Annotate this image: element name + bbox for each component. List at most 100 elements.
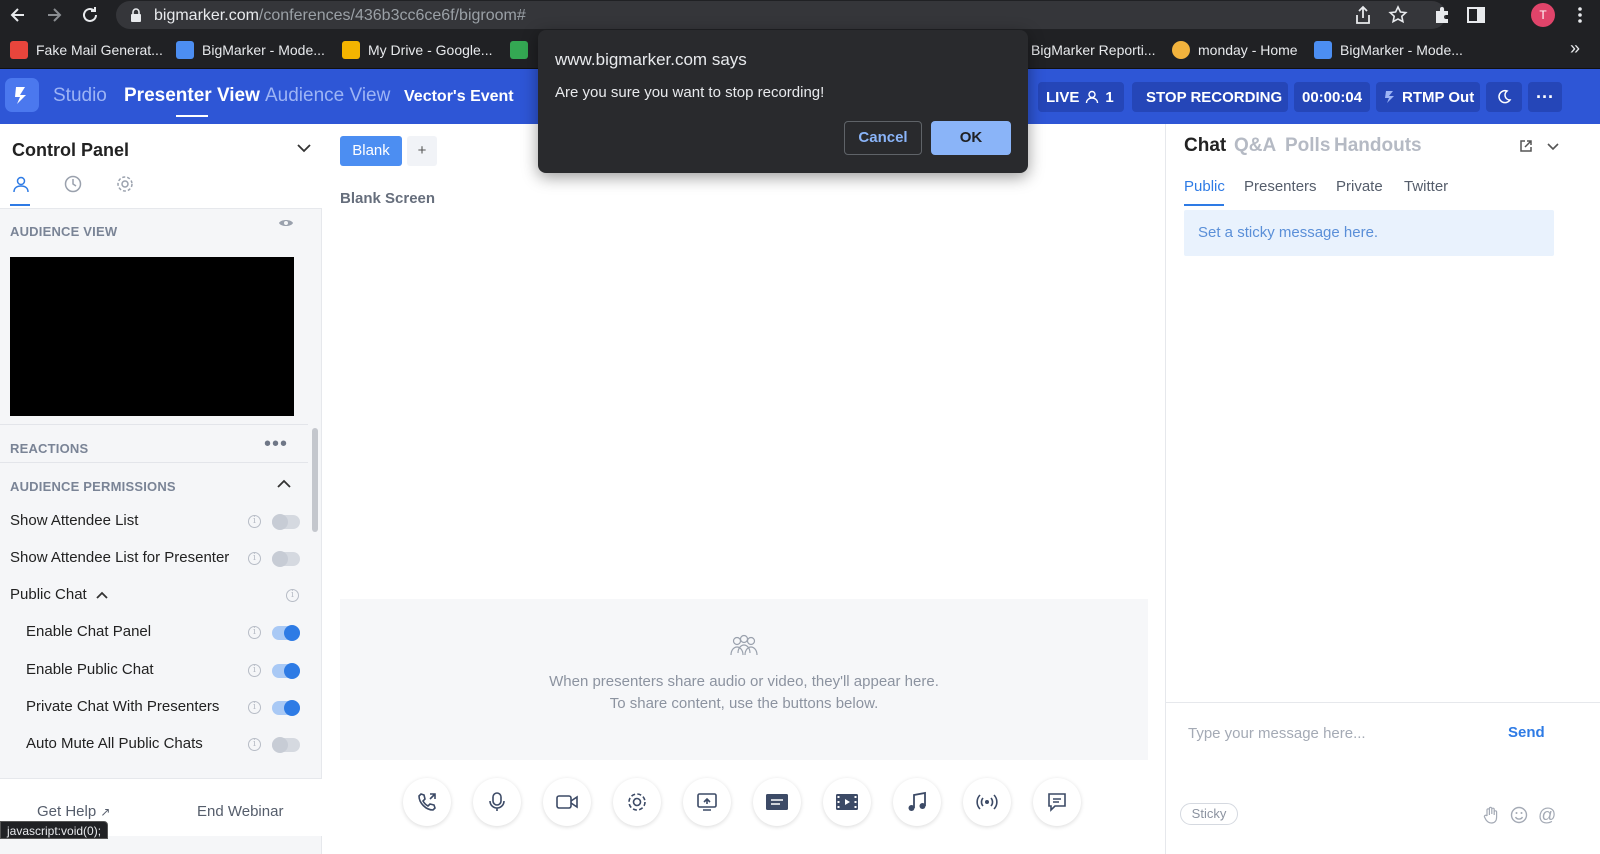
microphone-button[interactable] xyxy=(473,778,521,826)
mention-icon[interactable]: @ xyxy=(1538,805,1556,826)
raise-hand-icon[interactable] xyxy=(1482,806,1500,824)
eye-icon[interactable] xyxy=(278,217,294,229)
subtab-twitter[interactable]: Twitter xyxy=(1404,178,1448,195)
rtmp-label: RTMP Out xyxy=(1402,88,1475,106)
nav-audience-view[interactable]: Audience View xyxy=(265,85,390,107)
dialog-ok-button[interactable]: OK xyxy=(931,121,1011,155)
profile-avatar[interactable]: T xyxy=(1531,3,1555,27)
show-attendee-list-presenter-toggle[interactable] xyxy=(272,551,300,567)
send-button[interactable]: Send xyxy=(1508,724,1545,741)
private-chat-presenters-toggle[interactable] xyxy=(272,700,300,716)
tab-history-icon[interactable] xyxy=(64,175,82,193)
chat-message-input[interactable] xyxy=(1188,720,1488,746)
info-icon[interactable]: i xyxy=(248,738,261,751)
media-controls-bar xyxy=(323,774,1165,854)
info-icon[interactable]: i xyxy=(248,626,261,639)
permission-row: Enable Public Chat i xyxy=(0,659,308,683)
tab-people-icon[interactable] xyxy=(12,175,30,193)
auto-mute-public-chats-toggle[interactable] xyxy=(272,737,300,753)
chevron-down-icon[interactable] xyxy=(296,140,312,156)
nav-studio[interactable]: Studio xyxy=(53,85,107,107)
chevron-up-icon[interactable] xyxy=(276,478,292,490)
bookmark-item[interactable]: monday - Home xyxy=(1172,40,1298,60)
bookmark-item[interactable]: BigMarker - Mode... xyxy=(1314,40,1463,60)
more-bookmarks-chevron[interactable]: » xyxy=(1570,38,1580,58)
info-icon[interactable]: i xyxy=(248,664,261,677)
tab-settings-icon[interactable] xyxy=(116,175,134,193)
bookmark-star-icon[interactable] xyxy=(1388,5,1408,25)
broadcast-button[interactable] xyxy=(963,778,1011,826)
url-path: /conferences/436b3cc6ce6f/bigroom# xyxy=(258,7,526,24)
emoji-icon[interactable] xyxy=(1510,806,1528,824)
info-icon[interactable]: i xyxy=(248,552,261,565)
music-button[interactable] xyxy=(893,778,941,826)
dark-mode-toggle[interactable] xyxy=(1486,82,1522,112)
sticky-message-box[interactable]: Set a sticky message here. xyxy=(1184,210,1554,256)
reactions-more-icon[interactable]: ••• xyxy=(264,434,288,454)
control-panel-scrollbar[interactable] xyxy=(312,428,318,532)
get-help-link[interactable]: Get Help ↗ xyxy=(37,803,110,820)
bookmark-item[interactable]: Fake Mail Generat... xyxy=(10,40,163,60)
show-attendee-list-toggle[interactable] xyxy=(272,514,300,530)
side-panel-icon[interactable] xyxy=(1466,5,1486,25)
bookmark-item[interactable]: My Drive - Google... xyxy=(342,40,492,60)
bookmark-label: monday - Home xyxy=(1198,42,1298,58)
info-icon[interactable]: i xyxy=(248,701,261,714)
bookmark-item[interactable] xyxy=(510,40,536,60)
bookmark-item[interactable]: BigMarker Reporti... xyxy=(1031,40,1155,60)
bigmarker-logo[interactable] xyxy=(5,78,39,112)
subtab-presenters[interactable]: Presenters xyxy=(1244,178,1317,195)
chat-overlay-button[interactable] xyxy=(1033,778,1081,826)
enable-chat-panel-toggle[interactable] xyxy=(272,625,300,641)
bookmark-item[interactable]: BigMarker - Mode... xyxy=(176,40,325,60)
share-icon[interactable] xyxy=(1354,5,1374,25)
tab-qa[interactable]: Q&A xyxy=(1234,135,1276,157)
mail-icon xyxy=(10,41,28,59)
tab-blank[interactable]: Blank xyxy=(340,136,402,166)
phone-button[interactable] xyxy=(403,778,451,826)
more-menu-button[interactable]: ··· xyxy=(1528,82,1562,112)
phone-icon xyxy=(416,791,438,813)
chevron-down-icon[interactable] xyxy=(1546,139,1560,153)
end-webinar-button[interactable]: End Webinar xyxy=(197,803,283,820)
browser-menu-icon[interactable] xyxy=(1570,5,1590,25)
dialog-cancel-button[interactable]: Cancel xyxy=(844,121,922,155)
slides-button[interactable] xyxy=(753,778,801,826)
back-arrow-icon[interactable] xyxy=(8,5,28,25)
forward-arrow-icon[interactable] xyxy=(44,5,64,25)
video-file-button[interactable] xyxy=(823,778,871,826)
stop-recording-button[interactable]: STOP RECORDING xyxy=(1132,82,1288,112)
timer-value: 00:00:04 xyxy=(1302,88,1363,106)
public-chat-group[interactable]: Public Chat i xyxy=(0,584,308,608)
info-icon[interactable]: i xyxy=(248,515,261,528)
rtmp-out-button[interactable]: RTMP Out xyxy=(1376,82,1480,112)
add-tab-button[interactable]: + xyxy=(407,136,437,166)
control-panel-header: Control Panel xyxy=(0,124,322,209)
status-url-tooltip: javascript:void(0); xyxy=(0,821,109,839)
popout-icon[interactable] xyxy=(1519,139,1533,153)
address-bar[interactable]: bigmarker.com/conferences/436b3cc6ce6f/b… xyxy=(116,1,1446,29)
camera-button[interactable] xyxy=(543,778,591,826)
permission-label: Show Attendee List for Presenter xyxy=(10,549,230,566)
sticky-button[interactable]: Sticky xyxy=(1180,803,1238,825)
media-settings-button[interactable] xyxy=(613,778,661,826)
extensions-icon[interactable] xyxy=(1432,5,1452,25)
music-note-icon xyxy=(906,791,928,813)
attendee-icon xyxy=(1085,90,1099,104)
divider xyxy=(0,424,308,425)
info-icon[interactable]: i xyxy=(286,589,299,602)
subtab-public[interactable]: Public xyxy=(1184,178,1225,195)
enable-public-chat-toggle[interactable] xyxy=(272,663,300,679)
tab-chat[interactable]: Chat xyxy=(1184,135,1226,157)
tab-handouts[interactable]: Handouts xyxy=(1334,135,1422,157)
microphone-icon xyxy=(486,791,508,813)
active-tab-indicator xyxy=(10,204,30,206)
screen-share-button[interactable] xyxy=(683,778,731,826)
nav-presenter-view[interactable]: Presenter View xyxy=(124,85,260,117)
subtab-private[interactable]: Private xyxy=(1336,178,1383,195)
live-status[interactable]: LIVE 1 xyxy=(1038,82,1124,112)
google-drive-icon xyxy=(342,41,360,59)
control-panel: Control Panel AUDIENCE VIEW REACTIONS ••… xyxy=(0,124,322,854)
reload-icon[interactable] xyxy=(80,5,100,25)
tab-polls[interactable]: Polls xyxy=(1285,135,1330,157)
